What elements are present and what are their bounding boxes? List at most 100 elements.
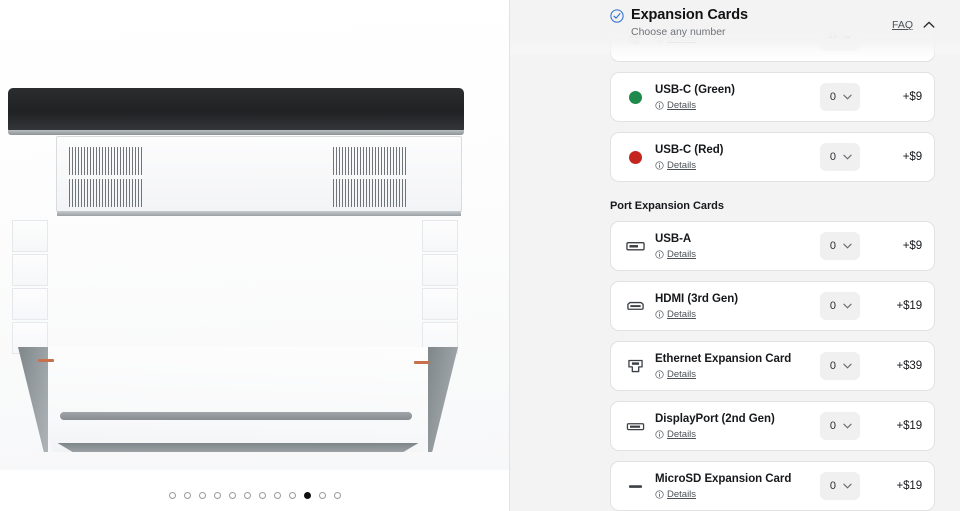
details-link[interactable]: Details: [655, 309, 820, 321]
price-label: +$39: [896, 360, 922, 372]
quantity-stepper[interactable]: 0: [819, 292, 860, 320]
details-label: Details: [667, 428, 697, 440]
carousel-dot[interactable]: [168, 492, 176, 499]
row-body: USB-C (Red) Details: [649, 143, 820, 172]
carousel-dot[interactable]: [318, 492, 326, 499]
chevron-down-icon: [843, 423, 852, 429]
page-title: Expansion Cards: [631, 7, 748, 23]
quantity-stepper[interactable]: 0: [819, 352, 860, 380]
cards-scroll-area[interactable]: Details 0 USB-C (Green)Details0+$9USB-C …: [510, 0, 960, 511]
port-card-rows: USB-A Details 0 +$9 HDMI (3rd Gen) Details 0 +$…: [610, 221, 935, 511]
details-link[interactable]: Details: [655, 249, 820, 261]
expansion-cards-panel: Details 0 USB-C (Green)Details0+$9USB-C …: [510, 0, 960, 511]
price-label: +$19: [896, 480, 922, 492]
carousel-dot[interactable]: [333, 492, 341, 499]
table-row[interactable]: USB-C (Red) Details 0 +$9: [610, 132, 935, 182]
carousel-dot[interactable]: [273, 492, 281, 499]
info-icon: [655, 310, 664, 319]
details-link[interactable]: Details: [655, 160, 820, 172]
vent-grille: [333, 147, 407, 175]
price-label: +$9: [902, 91, 922, 103]
check-circle-icon: [610, 9, 624, 28]
row-title: USB-C (Green): [655, 83, 735, 96]
carousel-dot[interactable]: [198, 492, 206, 499]
table-row[interactable]: HDMI (3rd Gen) Details 0 +$19: [610, 281, 935, 331]
chevron-down-icon: [843, 303, 852, 309]
vent-grille: [69, 147, 143, 175]
color-card-rows: USB-C (Green) Details 0 +$9 USB-C (Red) Detai…: [610, 72, 935, 192]
price-label: +$9: [902, 240, 922, 252]
quantity-stepper[interactable]: 0: [819, 232, 860, 260]
configurator-page: Details 0 USB-C (Green)Details0+$9USB-C …: [0, 0, 960, 511]
color-swatch-icon: [621, 90, 649, 104]
carousel-dot[interactable]: [213, 492, 221, 499]
hdmi-port-icon: [621, 300, 649, 312]
quantity-stepper[interactable]: 0: [819, 143, 860, 171]
carousel-dot[interactable]: [258, 492, 266, 499]
row-body: HDMI (3rd Gen) Details: [649, 292, 820, 321]
chevron-down-icon: [843, 243, 852, 249]
carousel-dot[interactable]: [288, 492, 296, 499]
row-body: DisplayPort (2nd Gen) Details: [649, 412, 820, 441]
info-icon: [655, 430, 664, 439]
carousel-dot[interactable]: [303, 492, 311, 499]
ethernet-port-icon: [621, 359, 649, 374]
details-link[interactable]: Details: [655, 429, 820, 441]
vent-grille: [69, 179, 143, 207]
details-label: Details: [667, 308, 697, 320]
faq-link[interactable]: FAQ: [892, 19, 913, 31]
microsd-card-icon: [621, 483, 649, 490]
product-gallery: [0, 0, 510, 511]
chassis-edge-shadow-right: [428, 347, 458, 452]
table-row[interactable]: DisplayPort (2nd Gen) Details 0 +$19: [610, 401, 935, 451]
expansion-card-bay: [12, 220, 48, 252]
row-title: USB-A: [655, 232, 692, 245]
chevron-up-icon[interactable]: [923, 16, 935, 34]
details-link[interactable]: Details: [655, 369, 820, 381]
table-row[interactable]: Ethernet Expansion Card Details 0 +$39: [610, 341, 935, 391]
quantity-value: 0: [829, 360, 836, 372]
expansion-card-bay: [422, 220, 458, 252]
table-row[interactable]: USB-A Details 0 +$9: [610, 221, 935, 271]
group-label-port-expansion-cards: Port Expansion Cards: [610, 200, 724, 212]
table-row[interactable]: MicroSD Expansion Card Details 0 +$19: [610, 461, 935, 511]
expansion-card-bay: [12, 254, 48, 286]
details-link[interactable]: Details: [655, 100, 820, 112]
color-swatch-icon: [621, 150, 649, 164]
laptop-vent-panel: [56, 136, 462, 216]
table-row[interactable]: USB-C (Green) Details 0 +$9: [610, 72, 935, 122]
carousel-dot[interactable]: [243, 492, 251, 499]
expansion-card-bay: [12, 288, 48, 320]
displayport-port-icon: [621, 421, 649, 432]
carousel-dot[interactable]: [228, 492, 236, 499]
row-body: MicroSD Expansion Card Details: [649, 472, 820, 501]
quantity-value: 0: [829, 480, 836, 492]
chevron-down-icon: [843, 363, 852, 369]
vent-grille: [333, 179, 407, 207]
info-icon: [655, 370, 664, 379]
quantity-stepper[interactable]: 0: [819, 412, 860, 440]
laptop-hinge-lip: [8, 130, 464, 135]
laptop-lower-chassis: [18, 347, 458, 452]
row-title: USB-C (Red): [655, 143, 724, 156]
quantity-stepper[interactable]: 0: [819, 472, 860, 500]
price-label: +$19: [896, 420, 922, 432]
row-body: Ethernet Expansion Card Details: [649, 352, 820, 381]
row-title: MicroSD Expansion Card: [655, 472, 792, 485]
row-title: HDMI (3rd Gen): [655, 292, 738, 305]
carousel-dot[interactable]: [183, 492, 191, 499]
quantity-value: 0: [829, 151, 836, 163]
expansion-card-bay: [422, 254, 458, 286]
expansion-card-bay: [422, 288, 458, 320]
details-label: Details: [667, 248, 697, 260]
quantity-value: 0: [829, 91, 836, 103]
details-link[interactable]: Details: [655, 489, 820, 501]
product-image-laptop-bottom[interactable]: [0, 0, 509, 470]
quantity-stepper[interactable]: 0: [819, 83, 860, 111]
carousel-dots[interactable]: [0, 492, 509, 499]
laptop-hinge-strip: [8, 88, 464, 131]
quantity-value: 0: [829, 300, 836, 312]
price-label: +$9: [902, 151, 922, 163]
info-icon: [655, 101, 664, 110]
info-icon: [655, 490, 664, 499]
